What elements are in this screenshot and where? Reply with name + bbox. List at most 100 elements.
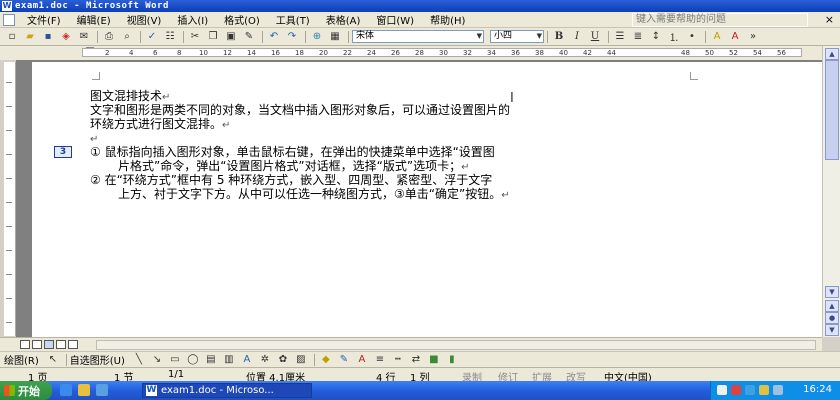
- normal-view-icon[interactable]: [20, 340, 30, 349]
- note-icon[interactable]: 3: [54, 146, 72, 158]
- show-desktop-icon[interactable]: [78, 384, 90, 396]
- italic-button[interactable]: I: [569, 30, 585, 44]
- save-icon[interactable]: ▪: [40, 30, 56, 44]
- line-style-icon[interactable]: ≡: [372, 353, 388, 367]
- line-spacing-icon[interactable]: ↕: [648, 30, 664, 44]
- fill-color-icon[interactable]: ◆: [318, 353, 334, 367]
- print-layout-view-icon[interactable]: [44, 340, 54, 349]
- highlight-icon[interactable]: A: [709, 30, 725, 44]
- bullets-icon[interactable]: •: [684, 30, 700, 44]
- step2-line-1[interactable]: ② 在“环绕方式”框中有 5 种环绕方式，嵌入型、四周型、紧密型、浮于文字: [90, 173, 492, 187]
- internet-explorer-icon[interactable]: [60, 384, 72, 396]
- intro-line-1[interactable]: 文字和图形是两类不同的对象，当文档中插入图形对象后，可以通过设置图片的: [90, 103, 510, 117]
- menu-file[interactable]: 文件(F): [19, 12, 69, 27]
- tray-icon[interactable]: [773, 385, 783, 395]
- underline-button[interactable]: U: [587, 30, 603, 44]
- chevron-down-icon[interactable]: ▼: [477, 31, 482, 42]
- document-icon[interactable]: [3, 13, 15, 26]
- line-color-icon[interactable]: ✎: [336, 353, 352, 367]
- shadow-style-icon[interactable]: ■: [426, 353, 442, 367]
- font-size-select[interactable]: 小四 ▼: [490, 30, 544, 43]
- paste-icon[interactable]: ▣: [223, 30, 239, 44]
- spelling-icon[interactable]: ✓: [144, 30, 160, 44]
- menu-window[interactable]: 窗口(W): [368, 12, 422, 27]
- chevron-down-icon[interactable]: ▼: [537, 31, 542, 42]
- help-search-input[interactable]: 键入需要帮助的问题: [632, 13, 808, 27]
- tray-icon[interactable]: [717, 385, 727, 395]
- menu-edit[interactable]: 编辑(E): [69, 12, 119, 27]
- email-icon[interactable]: ✉: [76, 30, 92, 44]
- media-player-icon[interactable]: [96, 384, 108, 396]
- ruler-tick-mark: [6, 274, 12, 275]
- clock[interactable]: 16:24: [803, 384, 832, 395]
- bold-button[interactable]: B: [551, 30, 567, 44]
- dash-style-icon[interactable]: ┅: [390, 353, 406, 367]
- select-browse-object-icon[interactable]: ●: [825, 312, 839, 324]
- tray-icon[interactable]: [759, 385, 769, 395]
- font-color-icon[interactable]: A: [727, 30, 743, 44]
- view-bar: [0, 337, 822, 351]
- open-icon[interactable]: ▰: [22, 30, 38, 44]
- step2-line-2[interactable]: 上方、衬于文字下方。从中可以任选一种绕图方式，③单击“确定”按钮。↵: [118, 187, 510, 203]
- table-icon[interactable]: ▦: [327, 30, 343, 44]
- permission-icon[interactable]: ◈: [58, 30, 74, 44]
- previous-page-icon[interactable]: ▲: [825, 300, 839, 312]
- next-page-icon[interactable]: ▼: [825, 324, 839, 336]
- autoshapes-menu-button[interactable]: 自选图形(U): [70, 352, 125, 367]
- document-page[interactable]: 图文混排技术↵ 文字和图形是两类不同的对象，当文档中插入图形对象后，可以通过设置…: [32, 62, 826, 337]
- tray-icon[interactable]: [745, 385, 755, 395]
- undo-icon[interactable]: ↶: [266, 30, 282, 44]
- step1-line-1[interactable]: ① 鼠标指向插入图形对象，单击鼠标右键，在弹出的快捷菜单中选择“设置图: [90, 145, 495, 159]
- numbering-icon[interactable]: ⒈: [666, 30, 682, 44]
- diagram-icon[interactable]: ✲: [257, 353, 273, 367]
- drawing-toolbar: 绘图(R) ↖ 自选图形(U) ╲ ↘ ▭ ◯ ▤ ▥ A ✲ ✿ ▨ ◆ ✎ …: [0, 351, 840, 367]
- copy-icon[interactable]: ❐: [205, 30, 221, 44]
- menu-insert[interactable]: 插入(I): [169, 12, 216, 27]
- align-distributed-icon[interactable]: ≣: [630, 30, 646, 44]
- taskbar-word-window[interactable]: W exam1.doc - Microso...: [142, 383, 312, 398]
- font-name-select[interactable]: 宋体 ▼: [352, 30, 484, 43]
- scroll-down-icon[interactable]: ▼: [825, 286, 839, 298]
- word-app-icon[interactable]: W: [2, 1, 12, 11]
- vertical-scrollbar[interactable]: ▲ ▼ ▲ ● ▼: [822, 46, 840, 337]
- align-justify-icon[interactable]: ☰: [612, 30, 628, 44]
- web-view-icon[interactable]: [32, 340, 42, 349]
- intro-line-2[interactable]: 环绕方式进行图文混排。↵: [90, 117, 230, 133]
- tray-icon[interactable]: [731, 385, 741, 395]
- draw-menu-button[interactable]: 绘图(R): [4, 352, 39, 367]
- toolbar-options-icon[interactable]: »: [745, 30, 761, 44]
- arrow-style-icon[interactable]: ⇄: [408, 353, 424, 367]
- new-icon[interactable]: ▫: [4, 30, 20, 44]
- font-color-draw-icon[interactable]: A: [354, 353, 370, 367]
- 3d-style-icon[interactable]: ▮: [444, 353, 460, 367]
- reading-view-icon[interactable]: [68, 340, 78, 349]
- vertical-text-box-icon[interactable]: ▥: [221, 353, 237, 367]
- print-icon[interactable]: ⎙: [101, 30, 117, 44]
- close-document-icon[interactable]: ×: [825, 13, 834, 26]
- research-icon[interactable]: ☷: [162, 30, 178, 44]
- outline-view-icon[interactable]: [56, 340, 66, 349]
- menu-help[interactable]: 帮助(H): [422, 12, 473, 27]
- wordart-icon[interactable]: A: [239, 353, 255, 367]
- print-preview-icon[interactable]: ⌕: [119, 30, 135, 44]
- redo-icon[interactable]: ↷: [284, 30, 300, 44]
- arrow-icon[interactable]: ↘: [149, 353, 165, 367]
- scroll-thumb[interactable]: [825, 60, 839, 160]
- horizontal-scrollbar[interactable]: [96, 340, 816, 350]
- menu-tools[interactable]: 工具(T): [268, 12, 318, 27]
- scroll-up-icon[interactable]: ▲: [825, 48, 839, 60]
- menu-view[interactable]: 视图(V): [119, 12, 170, 27]
- oval-icon[interactable]: ◯: [185, 353, 201, 367]
- start-button[interactable]: 开始: [0, 381, 52, 400]
- text-box-icon[interactable]: ▤: [203, 353, 219, 367]
- format-painter-icon[interactable]: ✎: [241, 30, 257, 44]
- select-objects-icon[interactable]: ↖: [45, 353, 61, 367]
- cut-icon[interactable]: ✂: [187, 30, 203, 44]
- rectangle-icon[interactable]: ▭: [167, 353, 183, 367]
- clip-art-icon[interactable]: ✿: [275, 353, 291, 367]
- menu-table[interactable]: 表格(A): [318, 12, 369, 27]
- insert-picture-icon[interactable]: ▨: [293, 353, 309, 367]
- hyperlink-icon[interactable]: ⊕: [309, 30, 325, 44]
- line-icon[interactable]: ╲: [131, 353, 147, 367]
- menu-format[interactable]: 格式(O): [216, 12, 268, 27]
